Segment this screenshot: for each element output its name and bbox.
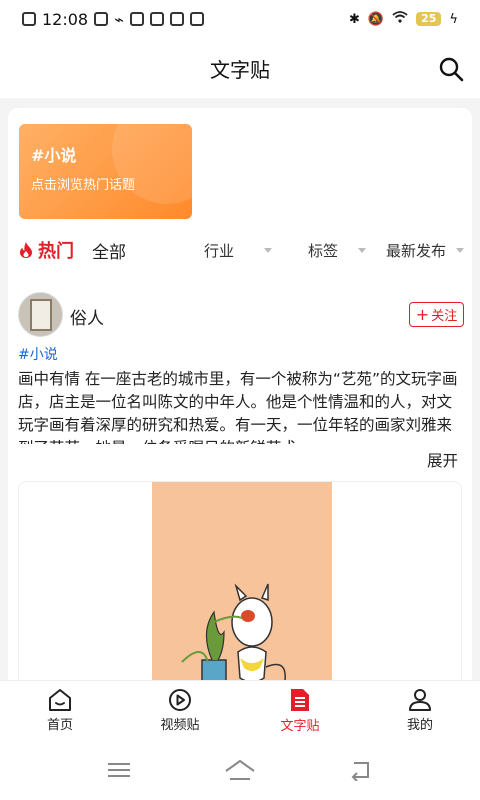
nav-profile[interactable]: 我的 (360, 681, 480, 740)
nav-text-posts[interactable]: 文字贴 (240, 681, 360, 740)
bottom-nav: 首页 视频贴 文字贴 我的 (0, 680, 480, 740)
app-icon (94, 12, 109, 26)
app-icon (189, 12, 204, 26)
chevron-down-icon (456, 247, 465, 253)
banner-subtitle: 点击浏览热门话题 (31, 178, 136, 193)
user-icon (409, 689, 431, 711)
bluetooth-icon: ✱ (349, 11, 360, 27)
illustration (152, 482, 332, 688)
post-username[interactable]: 俗人 (70, 304, 104, 329)
post-tag[interactable]: #小说 (18, 344, 58, 364)
nav-video-label: 视频贴 (160, 718, 200, 733)
search-icon[interactable] (438, 56, 464, 82)
page-title: 文字贴 (210, 57, 270, 82)
tags-dropdown-label: 标签 (308, 241, 339, 260)
app-icon (149, 12, 164, 26)
play-circle-icon (169, 689, 191, 711)
tab-hot-label: 热门 (38, 241, 74, 262)
flame-icon (20, 242, 32, 258)
nav-home-label: 首页 (46, 718, 73, 733)
follow-button-label: 关注 (431, 309, 458, 324)
tab-hot[interactable]: 热门 (18, 237, 74, 263)
chevron-down-icon (264, 247, 273, 253)
status-time: 12:08 (42, 9, 89, 29)
tags-dropdown[interactable]: 标签 (308, 240, 367, 261)
plus-icon: + (415, 305, 430, 324)
industry-dropdown-label: 行业 (204, 241, 235, 260)
wifi-icon (392, 11, 408, 27)
status-bar: 12:08 ⌁ ✱ 🔕 25 ϟ (0, 0, 480, 38)
post-body: 画中有情 在一座古老的城市里，有一个被称为“艺苑”的文玩字画店，店主是一位名叫陈… (18, 370, 458, 444)
home-icon (49, 689, 71, 711)
nav-text-posts-label: 文字贴 (280, 719, 320, 734)
charging-icon: ϟ (449, 11, 458, 27)
chevron-down-icon (358, 247, 367, 253)
latest-dropdown-label: 最新发布 (386, 241, 447, 260)
topic-banner[interactable]: #小说 点击浏览热门话题 (19, 124, 192, 219)
follow-button[interactable]: + 关注 (409, 302, 464, 327)
app-icon (129, 12, 144, 26)
post-image[interactable] (18, 481, 462, 688)
usb-icon: ⌁ (114, 9, 124, 29)
nav-profile-label: 我的 (406, 718, 433, 733)
nav-home[interactable]: 首页 (0, 681, 120, 740)
avatar[interactable] (18, 292, 63, 337)
main-content: #小说 点击浏览热门话题 热门 全部 行业 标签 最新发布 俗人 + 关注 #小… (8, 108, 472, 688)
home-icon[interactable] (224, 759, 256, 781)
menu-icon[interactable] (106, 760, 132, 780)
notification-icon (22, 12, 36, 26)
battery-indicator: 25 (416, 12, 442, 26)
app-icon (169, 12, 184, 26)
document-icon (291, 689, 309, 711)
app-header: 文字贴 (0, 38, 480, 98)
system-nav-bar (0, 740, 480, 800)
back-icon[interactable] (348, 759, 374, 781)
tab-all[interactable]: 全部 (92, 238, 126, 263)
latest-dropdown[interactable]: 最新发布 (386, 240, 465, 261)
nav-video[interactable]: 视频贴 (120, 681, 240, 740)
mute-icon: 🔕 (367, 11, 385, 27)
industry-dropdown[interactable]: 行业 (204, 240, 273, 261)
banner-title: #小说 (31, 146, 77, 165)
filter-bar: 热门 全部 行业 标签 最新发布 (8, 230, 472, 270)
expand-button[interactable]: 展开 (427, 449, 458, 471)
